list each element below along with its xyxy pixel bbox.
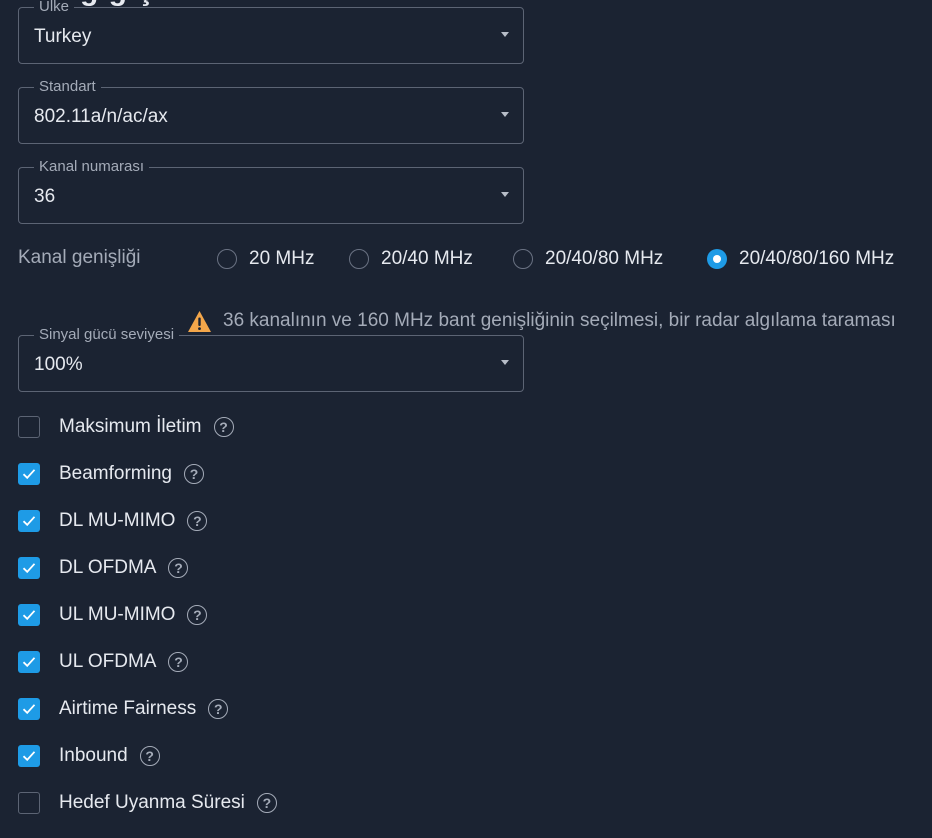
option-label: Inbound <box>59 745 128 766</box>
channel-label: Kanal numarası <box>34 159 150 175</box>
option-label: DL MU-MIMO <box>59 510 176 531</box>
country-label: Ülke <box>34 0 75 15</box>
standard-label: Standart <box>34 79 101 95</box>
radio-circle-selected[interactable] <box>707 249 727 269</box>
checkbox[interactable] <box>18 416 40 438</box>
option-ul-ofdma[interactable]: UL OFDMA ? <box>18 650 189 674</box>
channel-width-option-20[interactable]: 20 MHz <box>217 247 314 271</box>
check-icon <box>22 751 36 762</box>
check-icon <box>22 610 36 621</box>
radio-circle[interactable] <box>349 249 369 269</box>
help-icon[interactable]: ? <box>139 746 160 766</box>
checkbox-checked[interactable] <box>18 651 40 673</box>
signal-power-label: Sinyal gücü seviyesi <box>34 327 180 343</box>
channel-select[interactable]: Kanal numarası 36 <box>18 159 524 224</box>
help-icon[interactable]: ? <box>168 558 189 578</box>
help-icon[interactable]: ? <box>184 464 204 484</box>
checkbox-checked[interactable] <box>18 698 40 720</box>
channel-width-option-20-40[interactable]: 20/40 MHz <box>349 247 473 271</box>
radio-circle[interactable] <box>217 249 237 269</box>
option-label: Hedef Uyanma Süresi <box>59 792 245 813</box>
country-value: Turkey <box>34 26 92 47</box>
signal-power-select[interactable]: Sinyal gücü seviyesi 100% <box>18 327 524 392</box>
chevron-down-icon <box>501 32 509 37</box>
wireless-settings-panel: g g ş Ülke Turkey Standart 802.11a/n/ac/… <box>0 0 932 838</box>
radio-circle[interactable] <box>513 249 533 269</box>
checkbox-checked[interactable] <box>18 604 40 626</box>
option-max-transmit[interactable]: Maksimum İletim ? <box>18 415 234 439</box>
help-icon[interactable]: ? <box>168 652 189 672</box>
warning-icon <box>188 310 211 332</box>
radio-label: 20 MHz <box>249 248 315 269</box>
option-label: Beamforming <box>59 463 172 484</box>
warning-text: 36 kanalının ve 160 MHz bant genişliğini… <box>223 310 896 331</box>
help-icon[interactable]: ? <box>208 699 229 719</box>
checkbox[interactable] <box>18 792 40 814</box>
option-airtime-fairness[interactable]: Airtime Fairness ? <box>18 697 229 721</box>
checkbox-checked[interactable] <box>18 510 40 532</box>
help-icon[interactable]: ? <box>213 417 234 437</box>
signal-power-value: 100% <box>34 354 83 375</box>
option-target-wake-time[interactable]: Hedef Uyanma Süresi ? <box>18 791 277 815</box>
option-label: DL OFDMA <box>59 557 157 578</box>
check-icon <box>22 563 36 574</box>
channel-width-label: Kanal genişliği <box>18 247 141 268</box>
radar-warning: 36 kanalının ve 160 MHz bant genişliğini… <box>187 308 896 334</box>
option-label: Airtime Fairness <box>59 698 197 719</box>
option-label: UL MU-MIMO <box>59 604 176 625</box>
checkbox-checked[interactable] <box>18 745 40 767</box>
channel-value: 36 <box>34 186 56 207</box>
checkbox-checked[interactable] <box>18 557 40 579</box>
help-icon[interactable]: ? <box>187 511 208 531</box>
checkbox-checked[interactable] <box>18 463 40 485</box>
help-icon[interactable]: ? <box>187 605 208 625</box>
country-select[interactable]: Ülke Turkey <box>18 0 524 64</box>
option-dl-mu-mimo[interactable]: DL MU-MIMO ? <box>18 509 208 533</box>
standard-value: 802.11a/n/ac/ax <box>34 106 168 127</box>
standard-select[interactable]: Standart 802.11a/n/ac/ax <box>18 79 524 144</box>
check-icon <box>22 516 36 527</box>
option-label: UL OFDMA <box>59 651 157 672</box>
channel-width-option-20-40-80[interactable]: 20/40/80 MHz <box>513 247 663 271</box>
radio-label: 20/40/80 MHz <box>545 248 664 269</box>
option-dl-ofdma[interactable]: DL OFDMA ? <box>18 556 189 580</box>
help-icon[interactable]: ? <box>256 793 277 813</box>
channel-width-option-20-40-80-160[interactable]: 20/40/80/160 MHz <box>707 247 894 271</box>
option-beamforming[interactable]: Beamforming ? <box>18 462 204 486</box>
option-ul-mu-mimo[interactable]: UL MU-MIMO ? <box>18 603 208 627</box>
radio-label: 20/40/80/160 MHz <box>739 248 895 269</box>
check-icon <box>22 469 36 480</box>
radio-label: 20/40 MHz <box>381 248 473 269</box>
chevron-down-icon <box>501 112 509 117</box>
option-inbound[interactable]: Inbound ? <box>18 744 160 768</box>
check-icon <box>22 657 36 668</box>
option-label: Maksimum İletim <box>59 416 202 437</box>
chevron-down-icon <box>501 360 509 365</box>
chevron-down-icon <box>501 192 509 197</box>
check-icon <box>22 704 36 715</box>
